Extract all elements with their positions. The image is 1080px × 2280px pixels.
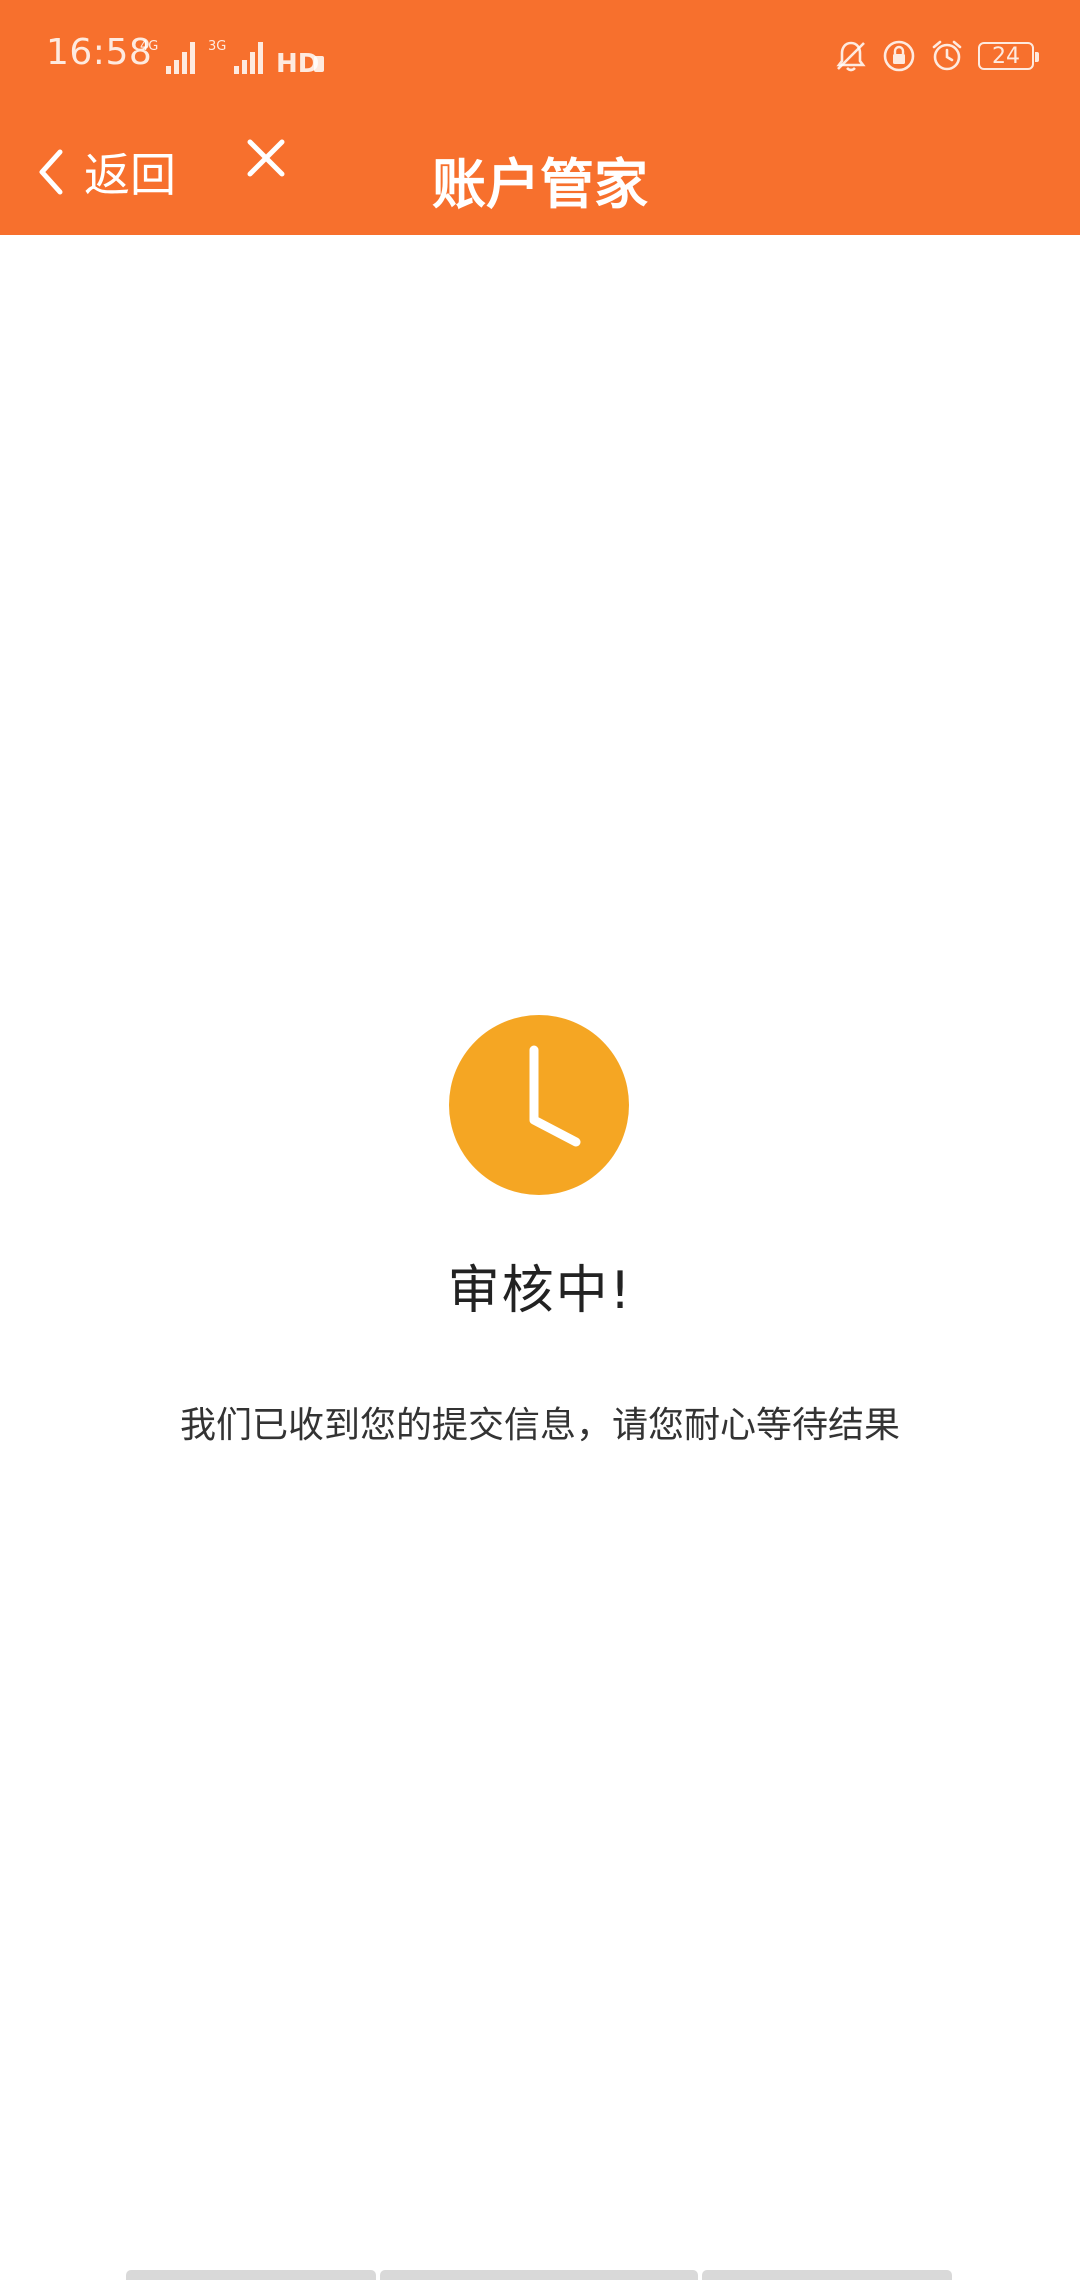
header: 16:58 4G 3G HD 24 返回 账户管家 [0,0,1080,235]
bottom-tab-segment [702,2270,952,2280]
hd-label: HD [276,49,319,76]
battery-level: 24 [992,43,1020,69]
bottom-tab-hint [126,2270,952,2280]
page: 16:58 4G 3G HD 24 返回 账户管家 审核中! 我们已收到您的提交… [0,0,1080,2280]
signal-4g-icon: 4G [140,39,195,74]
review-status-title: 审核中! [447,1261,633,1321]
network-1-label: 4G [140,39,158,54]
page-title: 账户管家 [432,153,648,216]
signal-3g-icon: 3G [208,39,263,74]
alarm-icon [932,40,962,71]
clock-icon [449,1015,629,1195]
battery-indicator: 24 [978,42,1039,70]
status-time: 16:58 [46,32,153,73]
hd-voice-icon: HD [276,49,324,76]
network-2-label: 3G [208,39,226,54]
bottom-tab-segment [126,2270,376,2280]
bottom-tab-segment [380,2270,698,2280]
status-bar: 16:58 4G 3G HD 24 [0,0,1080,110]
rotation-lock-icon [883,40,915,72]
status-right-icons: 24 [834,34,1039,78]
status-left-icons: 4G 3G HD [140,36,326,76]
bell-off-icon [836,41,866,72]
review-status-message: 我们已收到您的提交信息，请您耐心等待结果 [179,1405,900,1446]
navigation-bar: 返回 账户管家 [0,110,1080,235]
